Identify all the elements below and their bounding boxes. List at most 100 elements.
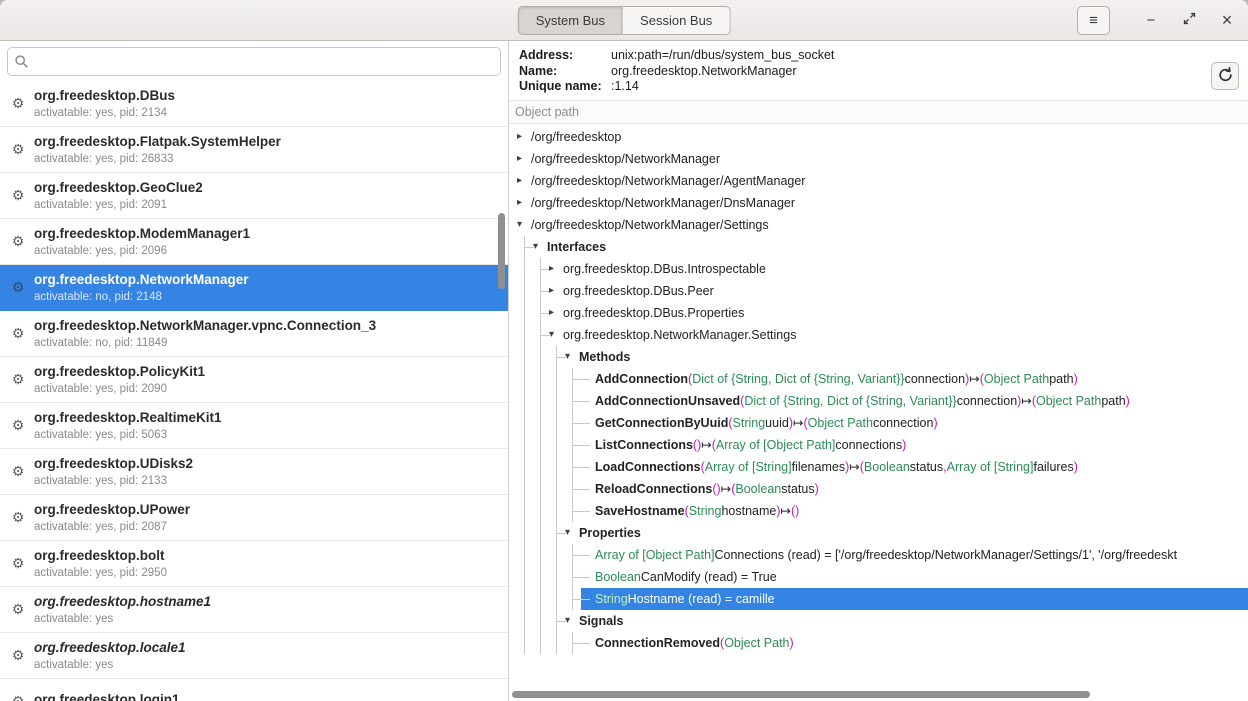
tree-row[interactable]: Array of [Object Path] Connections (read… bbox=[509, 544, 1248, 566]
menu-button[interactable]: ≡ bbox=[1077, 6, 1110, 35]
service-row[interactable]: ⚙org.freedesktop.UDisks2activatable: yes… bbox=[0, 449, 508, 495]
tree-row[interactable]: ▾Signals bbox=[509, 610, 1248, 632]
tree-row[interactable]: ▾org.freedesktop.NetworkManager.Settings bbox=[509, 324, 1248, 346]
tree-guide-line bbox=[533, 588, 549, 610]
object-path-column-header[interactable]: Object path bbox=[509, 100, 1248, 124]
info-row: Unique name::1.14 bbox=[519, 79, 1238, 95]
bus-info-header: Address:unix:path=/run/dbus/system_bus_s… bbox=[509, 41, 1248, 100]
chevron-down-icon[interactable]: ▾ bbox=[565, 346, 579, 368]
tree-text-segment: ↦ bbox=[1021, 393, 1031, 408]
service-row[interactable]: ⚙org.freedesktop.login1 bbox=[0, 679, 508, 701]
tree-row[interactable]: ConnectionRemoved (Object Path) bbox=[509, 632, 1248, 654]
service-row[interactable]: ⚙org.freedesktop.hostname1activatable: y… bbox=[0, 587, 508, 633]
service-text: org.freedesktop.RealtimeKit1activatable:… bbox=[34, 410, 222, 441]
chevron-right-icon[interactable]: ▸ bbox=[517, 148, 531, 170]
tree-row[interactable]: LoadConnections (Array of [String] filen… bbox=[509, 456, 1248, 478]
service-row[interactable]: ⚙org.freedesktop.RealtimeKit1activatable… bbox=[0, 403, 508, 449]
tree-row[interactable]: SaveHostname (String hostname) ↦ () bbox=[509, 500, 1248, 522]
tree-row[interactable]: ▸/org/freedesktop/NetworkManager/DnsMana… bbox=[509, 192, 1248, 214]
tree-row-content: ▸/org/freedesktop bbox=[517, 126, 1248, 148]
close-button[interactable]: × bbox=[1214, 7, 1240, 33]
tree-text-segment: ) bbox=[815, 482, 819, 496]
tree-text-segment: org.freedesktop.NetworkManager.Settings bbox=[563, 328, 796, 342]
tree-row[interactable]: Boolean CanModify (read) = True bbox=[509, 566, 1248, 588]
tree-text-segment: Array of [String] bbox=[947, 460, 1034, 474]
tree-text-segment: () bbox=[693, 438, 701, 452]
chevron-right-icon[interactable]: ▸ bbox=[549, 302, 563, 324]
tree-guide-line bbox=[549, 566, 565, 588]
object-path-tree: ▸/org/freedesktop▸/org/freedesktop/Netwo… bbox=[509, 124, 1248, 701]
tree-row[interactable]: ▸/org/freedesktop/NetworkManager bbox=[509, 148, 1248, 170]
tree-row[interactable]: ▸/org/freedesktop bbox=[509, 126, 1248, 148]
dbus-object-icon: ⚙ bbox=[8, 371, 28, 388]
service-text: org.freedesktop.NetworkManageractivatabl… bbox=[34, 272, 249, 303]
chevron-down-icon[interactable]: ▾ bbox=[517, 214, 531, 236]
tree-guide-line bbox=[517, 610, 533, 632]
chevron-down-icon[interactable]: ▾ bbox=[565, 522, 579, 544]
chevron-down-icon[interactable]: ▾ bbox=[549, 324, 563, 346]
tree-row[interactable]: ▸org.freedesktop.DBus.Properties bbox=[509, 302, 1248, 324]
tree-row[interactable]: ListConnections () ↦ (Array of [Object P… bbox=[509, 434, 1248, 456]
details-panel: Address:unix:path=/run/dbus/system_bus_s… bbox=[509, 41, 1248, 701]
service-row[interactable]: ⚙org.freedesktop.PolicyKit1activatable: … bbox=[0, 357, 508, 403]
tree-row-content: LoadConnections (Array of [String] filen… bbox=[581, 456, 1248, 478]
tree-row[interactable]: ▾Interfaces bbox=[509, 236, 1248, 258]
tree-row[interactable]: ▸org.freedesktop.DBus.Introspectable bbox=[509, 258, 1248, 280]
tree-row[interactable]: ▸org.freedesktop.DBus.Peer bbox=[509, 280, 1248, 302]
chevron-right-icon[interactable]: ▸ bbox=[517, 170, 531, 192]
tree-guide-line bbox=[533, 478, 549, 500]
chevron-down-icon[interactable]: ▾ bbox=[533, 236, 547, 258]
tree-horizontal-scrollbar[interactable] bbox=[512, 691, 1090, 698]
minimize-button[interactable]: − bbox=[1138, 7, 1164, 33]
tree-text-segment: connection bbox=[905, 372, 965, 386]
minimize-icon: − bbox=[1147, 12, 1156, 29]
dbus-object-icon: ⚙ bbox=[8, 693, 28, 701]
tree-text-segment: /org/freedesktop bbox=[531, 130, 621, 144]
tab-session-bus[interactable]: Session Bus bbox=[623, 6, 730, 35]
service-row[interactable]: ⚙org.freedesktop.NetworkManager.vpnc.Con… bbox=[0, 311, 508, 357]
chevron-right-icon[interactable]: ▸ bbox=[549, 280, 563, 302]
service-row[interactable]: ⚙org.freedesktop.ModemManager1activatabl… bbox=[0, 219, 508, 265]
tree-row[interactable]: AddConnection (Dict of {String, Dict of … bbox=[509, 368, 1248, 390]
service-detail: activatable: yes, pid: 2087 bbox=[34, 521, 190, 533]
chevron-down-icon[interactable]: ▾ bbox=[565, 610, 579, 632]
service-row[interactable]: ⚙org.freedesktop.NetworkManageractivatab… bbox=[0, 265, 508, 311]
info-label: Unique name: bbox=[519, 79, 611, 95]
tree-text-segment: LoadConnections bbox=[595, 460, 701, 474]
tree-guide-line bbox=[517, 236, 533, 258]
service-row[interactable]: ⚙org.freedesktop.DBusactivatable: yes, p… bbox=[0, 81, 508, 127]
refresh-button[interactable] bbox=[1211, 62, 1239, 90]
tree-row[interactable]: GetConnectionByUuid (String uuid) ↦ (Obj… bbox=[509, 412, 1248, 434]
tree-row[interactable]: AddConnectionUnsaved (Dict of {String, D… bbox=[509, 390, 1248, 412]
tree-row-content: ▾Methods bbox=[565, 346, 1248, 368]
tree-text-segment: org.freedesktop.DBus.Introspectable bbox=[563, 262, 766, 276]
chevron-right-icon[interactable]: ▸ bbox=[517, 192, 531, 214]
chevron-right-icon[interactable]: ▸ bbox=[517, 126, 531, 148]
service-row[interactable]: ⚙org.freedesktop.GeoClue2activatable: ye… bbox=[0, 173, 508, 219]
tree-row[interactable]: ▾Properties bbox=[509, 522, 1248, 544]
tree-row[interactable]: ReloadConnections () ↦ (Boolean status) bbox=[509, 478, 1248, 500]
search-input[interactable] bbox=[7, 47, 501, 76]
info-label: Name: bbox=[519, 64, 611, 80]
tree-guide-line bbox=[533, 522, 549, 544]
service-row[interactable]: ⚙org.freedesktop.Flatpak.SystemHelperact… bbox=[0, 127, 508, 173]
service-row[interactable]: ⚙org.freedesktop.UPoweractivatable: yes,… bbox=[0, 495, 508, 541]
tree-row[interactable]: ▸/org/freedesktop/NetworkManager/AgentMa… bbox=[509, 170, 1248, 192]
tree-row[interactable]: ▾/org/freedesktop/NetworkManager/Setting… bbox=[509, 214, 1248, 236]
maximize-button[interactable] bbox=[1176, 7, 1202, 33]
tree-text-segment: /org/freedesktop/NetworkManager bbox=[531, 152, 720, 166]
tree-guide-line bbox=[533, 368, 549, 390]
service-text: org.freedesktop.ModemManager1activatable… bbox=[34, 226, 250, 257]
tree-row[interactable]: String Hostname (read) = camille bbox=[509, 588, 1248, 610]
tab-system-bus[interactable]: System Bus bbox=[518, 6, 623, 35]
service-row[interactable]: ⚙org.freedesktop.locale1activatable: yes bbox=[0, 633, 508, 679]
tree-row-content: ▸/org/freedesktop/NetworkManager/AgentMa… bbox=[517, 170, 1248, 192]
tree-row[interactable]: ▾Methods bbox=[509, 346, 1248, 368]
tree-guide-line bbox=[533, 632, 549, 654]
tree-text-segment: /org/freedesktop/NetworkManager/AgentMan… bbox=[531, 174, 805, 188]
service-text: org.freedesktop.UDisks2activatable: yes,… bbox=[34, 456, 193, 487]
sidebar-vertical-scrollbar[interactable] bbox=[498, 213, 505, 289]
service-row[interactable]: ⚙org.freedesktop.boltactivatable: yes, p… bbox=[0, 541, 508, 587]
chevron-right-icon[interactable]: ▸ bbox=[549, 258, 563, 280]
service-name: org.freedesktop.PolicyKit1 bbox=[34, 364, 205, 381]
